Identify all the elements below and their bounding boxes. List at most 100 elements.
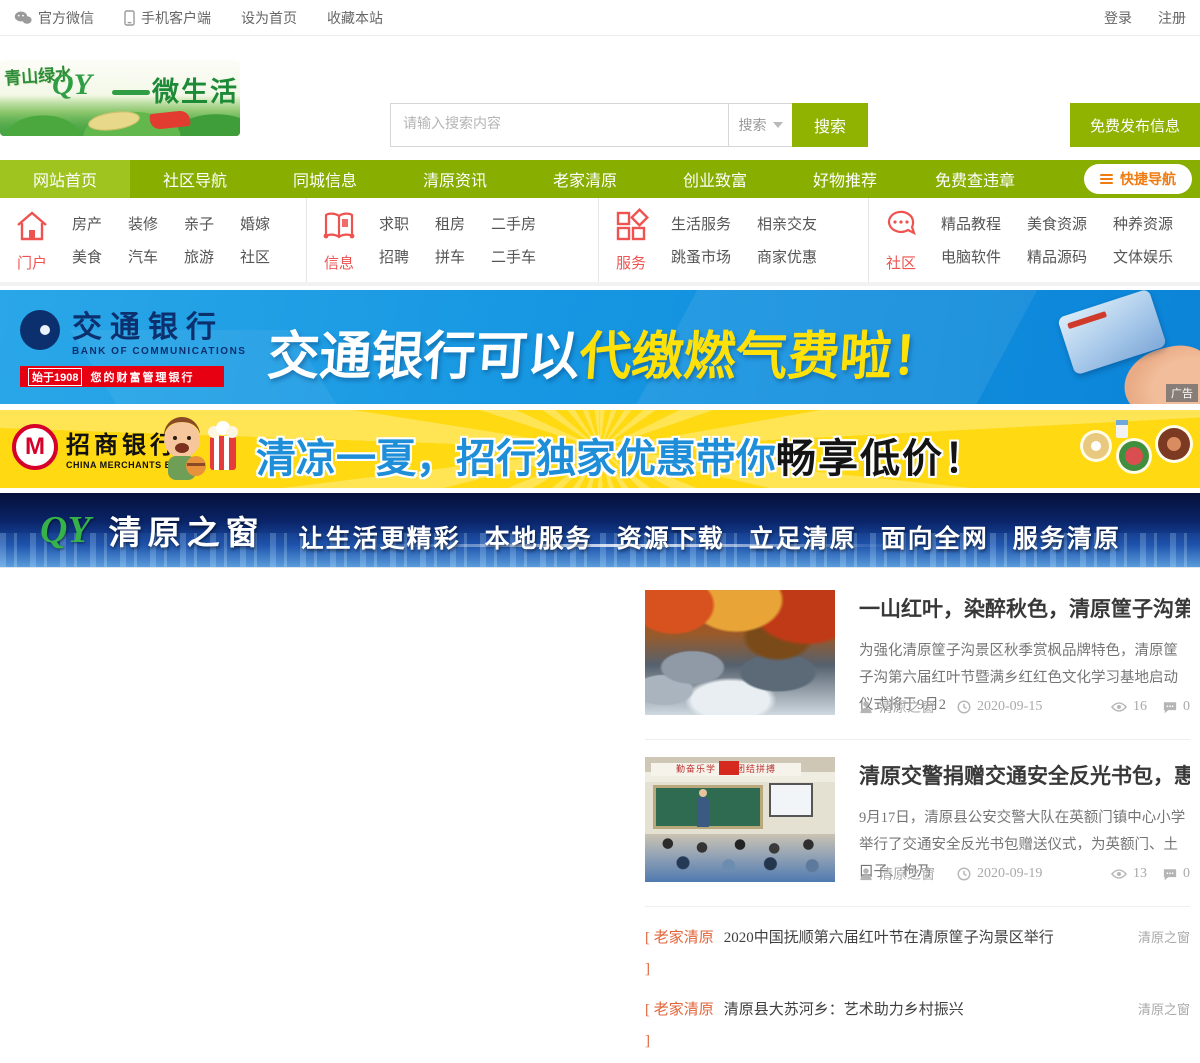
chat-icon (883, 208, 919, 249)
nav-item-hometown[interactable]: 老家清原 (520, 160, 650, 198)
nav-item-local-info[interactable]: 同城信息 (260, 160, 390, 198)
qyw-slogan-3: 资源下载 (616, 526, 725, 553)
mobile-client-link[interactable]: 手机客户端 (124, 8, 211, 28)
news-2-title[interactable]: 清原交警捐赠交通安全反光书包，惠及 (859, 763, 1190, 789)
news-2-author[interactable]: 清原之窗 (879, 864, 935, 884)
cmb-headline-blue: 清凉一夏，招行独家优惠带你 (256, 437, 776, 481)
news-1-author[interactable]: 清原之窗 (879, 697, 935, 717)
news-2-thumbnail[interactable]: 勤奋乐学 团结拼搏 (645, 757, 835, 882)
nav-item-home[interactable]: 网站首页 (0, 160, 130, 198)
nav-item-qingyuan-news[interactable]: 清原资讯 (390, 160, 520, 198)
quick-nav-button[interactable]: 快捷导航 (1084, 164, 1192, 194)
list-1-category[interactable]: [ 老家清原 (645, 926, 714, 947)
bocom-logo-en: BANK OF COMMUNICATIONS (72, 346, 247, 357)
teacher-art (697, 789, 709, 827)
news-2-comments: 0 (1183, 866, 1190, 881)
bocom-ad-banner[interactable]: 交通银行 BANK OF COMMUNICATIONS 始于1908 您的财富管… (0, 290, 1200, 404)
register-link[interactable]: 注册 (1158, 8, 1186, 28)
cmb-headline-black: 畅享低价！ (776, 437, 986, 481)
news-1-date: 2020-09-15 (977, 699, 1043, 714)
nav-item-goods[interactable]: 好物推荐 (780, 160, 910, 198)
flag-art (719, 761, 739, 775)
search-type-select[interactable]: 搜索 (728, 103, 792, 147)
page: 官方微信 手机客户端 设为首页 收藏本站 登录 注册 青山绿水 QY 微生活 请… (0, 0, 1200, 1063)
category-service: 服务 生活服务 跳蚤市场 相亲交友 商家优惠 (598, 198, 868, 282)
link-hunjia[interactable]: 婚嫁 (240, 213, 270, 234)
free-post-button[interactable]: 免费发布信息 (1070, 103, 1200, 147)
ad-tag: 广告 (1166, 384, 1198, 402)
link-tiaozaoshichang[interactable]: 跳蚤市场 (671, 246, 731, 267)
link-shequ[interactable]: 社区 (240, 246, 270, 267)
list-1-title[interactable]: 2020中国抚顺第六届红叶节在清原筐子沟景区举行 (724, 926, 1126, 947)
news-1-thumbnail[interactable] (645, 590, 835, 715)
qyw-slogan-4: 立足清原 (748, 526, 857, 553)
bocom-headline-white: 交通银行可以 (265, 328, 582, 386)
qy-window-banner[interactable]: QY 清原之窗 让生活更精彩 本地服务 资源下载 立足清原 面向全网 服务清原 (0, 493, 1200, 568)
link-shangjiayouhui[interactable]: 商家优惠 (757, 246, 817, 267)
link-jingpinyuanma[interactable]: 精品源码 (1027, 246, 1087, 267)
qyw-title: 清原之窗 (108, 516, 265, 552)
link-zhaopin[interactable]: 招聘 (379, 246, 409, 267)
quick-nav-label: 快捷导航 (1120, 173, 1176, 188)
nav-item-traffic-check[interactable]: 免费查违章 (910, 160, 1040, 198)
link-qinzi[interactable]: 亲子 (184, 213, 214, 234)
category-bar: 门户 房产 美食 装修 汽车 亲子 旅游 婚嫁 社区 信息 求职 招聘 租房 拼… (0, 198, 1200, 286)
clock-icon (957, 867, 971, 881)
list-1-bracket-close: ] (645, 961, 650, 977)
link-zhuangxiu[interactable]: 装修 (128, 213, 158, 234)
link-ershoufang[interactable]: 二手房 (491, 213, 536, 234)
news-1-meta: 清原之窗 2020-09-15 16 0 (859, 697, 1190, 717)
site-logo[interactable]: 青山绿水 QY 微生活 (0, 60, 240, 136)
login-link[interactable]: 登录 (1104, 8, 1132, 28)
news-2-date: 2020-09-19 (977, 866, 1043, 881)
students-art (645, 834, 835, 882)
link-zhongyangziyuan[interactable]: 种养资源 (1113, 213, 1173, 234)
link-fangchan[interactable]: 房产 (72, 213, 102, 234)
link-jingpinjiaocheng[interactable]: 精品教程 (941, 213, 1001, 234)
link-qiche[interactable]: 汽车 (128, 246, 158, 267)
list-2-category[interactable]: [ 老家清原 (645, 998, 714, 1019)
link-wentiyule[interactable]: 文体娱乐 (1113, 246, 1173, 267)
list-1-source: 清原之窗 (1137, 929, 1190, 945)
book-icon (321, 208, 357, 249)
screen-art (769, 783, 813, 817)
link-ershouche[interactable]: 二手车 (491, 246, 536, 267)
search-input[interactable] (390, 103, 728, 147)
eating-cartoon-art (152, 414, 252, 486)
category-community-head[interactable]: 社区 (883, 208, 919, 273)
link-meishiziyuan[interactable]: 美食资源 (1027, 213, 1087, 234)
category-portal-head[interactable]: 门户 (14, 208, 50, 273)
user-icon (859, 700, 873, 714)
official-wechat-link[interactable]: 官方微信 (14, 8, 94, 28)
cmb-ad-banner[interactable]: M 招商银行 CHINA MERCHANTS BANK 清凉一夏，招行独家优惠带… (0, 410, 1200, 488)
clock-icon (957, 700, 971, 714)
search-button[interactable]: 搜索 (792, 103, 868, 147)
grid-icon (613, 207, 649, 249)
headline-list: [ 老家清原 2020中国抚顺第六届红叶节在清原筐子沟景区举行 清原之窗 ] [… (645, 925, 1190, 1063)
list-item: [ 老家清原 2020中国抚顺第六届红叶节在清原筐子沟景区举行 清原之窗 ] (645, 925, 1190, 983)
link-diannaoruanjian[interactable]: 电脑软件 (941, 246, 1001, 267)
category-service-label: 服务 (615, 255, 646, 272)
bocom-since-label: 始于1908 (28, 367, 83, 386)
link-zufang[interactable]: 租房 (435, 213, 465, 234)
set-home-link[interactable]: 设为首页 (241, 8, 297, 28)
link-qiuzhi[interactable]: 求职 (379, 213, 409, 234)
news-1-title[interactable]: 一山红叶，染醉秋色，清原筐子沟第六届红叶 (859, 596, 1190, 622)
link-meishi[interactable]: 美食 (72, 246, 102, 267)
news-2-meta: 清原之窗 2020-09-19 13 0 (859, 864, 1190, 884)
category-info-label: 信息 (323, 255, 354, 272)
link-pinche[interactable]: 拼车 (435, 246, 465, 267)
link-xiangqinjiaoyou[interactable]: 相亲交友 (757, 213, 817, 234)
link-lvyou[interactable]: 旅游 (184, 246, 214, 267)
favorite-site-link[interactable]: 收藏本站 (327, 8, 383, 28)
qyw-slogan-6: 服务清原 (1012, 526, 1121, 553)
list-2-title[interactable]: 清原县大苏河乡：艺术助力乡村振兴 (724, 998, 1126, 1019)
content-area: 一山红叶，染醉秋色，清原筐子沟第六届红叶 为强化清原筐子沟景区秋季赏枫品牌特色，… (0, 568, 1200, 1063)
nav-item-community-nav[interactable]: 社区导航 (130, 160, 260, 198)
category-info-head[interactable]: 信息 (321, 208, 357, 273)
category-service-head[interactable]: 服务 (613, 207, 649, 273)
link-shenghuofuwu[interactable]: 生活服务 (671, 213, 731, 234)
wechat-icon (14, 11, 32, 25)
nav-item-business[interactable]: 创业致富 (650, 160, 780, 198)
list-2-bracket-close: ] (645, 1033, 650, 1049)
